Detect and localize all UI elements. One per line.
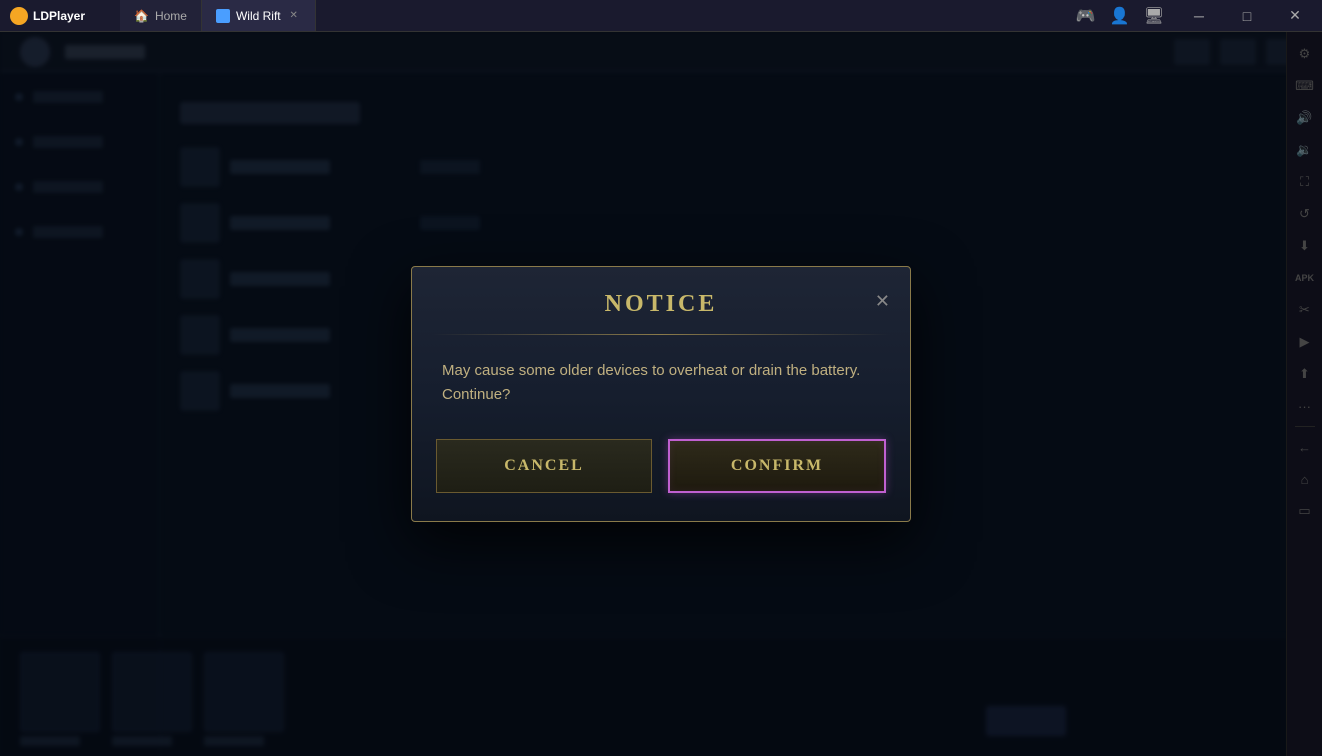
- tab-home[interactable]: 🏠 Home: [120, 0, 202, 31]
- cancel-button[interactable]: CANCEL: [436, 439, 652, 493]
- maximize-button[interactable]: □: [1224, 0, 1270, 32]
- dialog-buttons: CANCEL CONFIRM: [412, 431, 910, 521]
- tab-close-icon[interactable]: ✕: [287, 9, 301, 23]
- dialog-title: NOTICE: [605, 291, 718, 317]
- close-button[interactable]: ✕: [1272, 0, 1318, 32]
- tab-home-label: Home: [155, 9, 187, 23]
- tab-wildrift[interactable]: Wild Rift ✕: [202, 0, 316, 31]
- title-bar: LDPlayer 🏠 Home Wild Rift ✕ 🎮 👤 🖥 ─ □ ✕: [0, 0, 1322, 32]
- modal-overlay: NOTICE ✕ May cause some older devices to…: [0, 32, 1322, 756]
- notice-dialog: NOTICE ✕ May cause some older devices to…: [411, 266, 911, 522]
- minimize-button[interactable]: ─: [1176, 0, 1222, 32]
- dialog-close-button[interactable]: ✕: [871, 288, 894, 314]
- dialog-message-text: May cause some older devices to overheat…: [442, 362, 860, 403]
- confirm-button[interactable]: CONFIRM: [668, 439, 886, 493]
- notice-header: NOTICE ✕: [412, 267, 910, 334]
- window-controls: 🎮 👤 🖥 ─ □ ✕: [1066, 0, 1322, 32]
- gamepad-icon[interactable]: 🎮: [1076, 6, 1096, 26]
- app-logo: LDPlayer: [0, 7, 120, 25]
- app-name: LDPlayer: [33, 9, 85, 23]
- wildrift-tab-icon: [216, 9, 230, 23]
- tab-bar: 🏠 Home Wild Rift ✕: [120, 0, 316, 31]
- display-icon[interactable]: 🖥: [1144, 6, 1164, 26]
- home-icon: 🏠: [134, 9, 149, 23]
- toolbar-icons: 🎮 👤 🖥: [1066, 6, 1174, 26]
- tab-wildrift-label: Wild Rift: [236, 9, 281, 23]
- dialog-message: May cause some older devices to overheat…: [412, 335, 910, 431]
- account-icon[interactable]: 👤: [1110, 6, 1130, 26]
- logo-icon: [10, 7, 28, 25]
- main-area: NOTICE ✕ May cause some older devices to…: [0, 32, 1322, 756]
